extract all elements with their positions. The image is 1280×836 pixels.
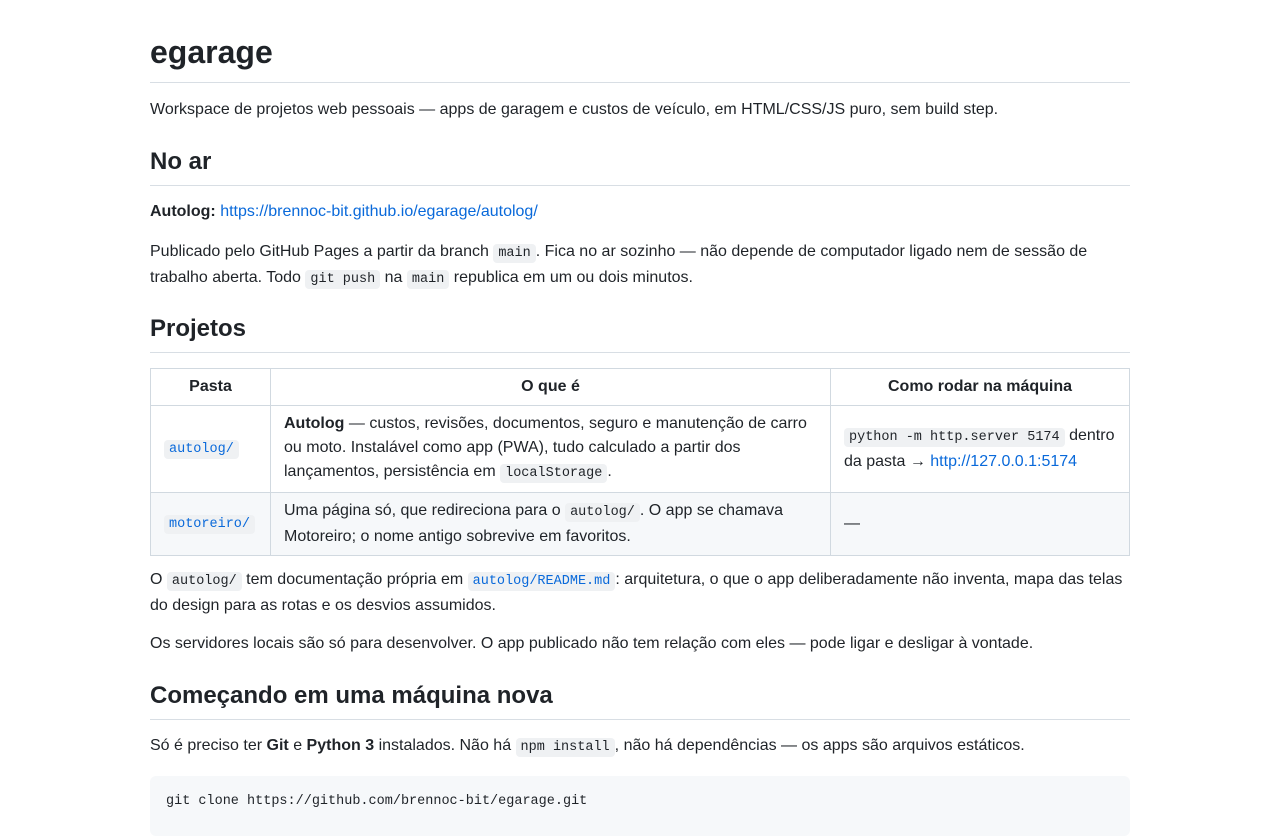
header-pasta: Pasta xyxy=(150,368,271,406)
localhost-link[interactable]: http://127.0.0.1:5174 xyxy=(930,453,1077,470)
description-cell: Autolog — custos, revisões, documentos, … xyxy=(270,405,831,493)
projects-table: Pasta O que é Como rodar na máquina auto… xyxy=(150,368,1130,556)
motoreiro-folder-link[interactable]: motoreiro/ xyxy=(164,514,256,534)
npm-install-code: npm install xyxy=(515,738,615,757)
autolog-live-line: Autolog: https://brennoc-bit.github.io/e… xyxy=(150,200,1130,224)
git-push-code: git push xyxy=(305,270,381,289)
publish-paragraph: Publicado pelo GitHub Pages a partir da … xyxy=(150,243,1088,289)
section-heading-comecando: Começando em uma máquina nova xyxy=(150,681,1130,720)
page-title: egarage xyxy=(150,32,1130,83)
requirements-paragraph: Só é preciso ter Git e Python 3 instalad… xyxy=(150,737,1025,757)
intro-paragraph: Workspace de projetos web pessoais — app… xyxy=(150,101,999,118)
header-como-rodar: Como rodar na máquina xyxy=(830,368,1130,406)
docs-paragraph: O autolog/ tem documentação própria em a… xyxy=(150,571,1123,614)
branch-code: main xyxy=(406,270,450,289)
run-cell: python -m http.server 5174 dentro da pas… xyxy=(830,405,1130,493)
autolog-folder-link[interactable]: autolog/ xyxy=(164,439,239,459)
readme-link[interactable]: autolog/README.md xyxy=(467,571,616,591)
table-row: motoreiro/ Uma página só, que redirecion… xyxy=(150,492,1130,556)
description-cell: Uma página só, que redireciona para o au… xyxy=(270,492,831,556)
projects-table-wrapper: Pasta O que é Como rodar na máquina auto… xyxy=(150,368,1130,556)
autolog-live-link[interactable]: https://brennoc-bit.github.io/egarage/au… xyxy=(220,203,538,220)
server-command-code: python -m http.server 5174 xyxy=(844,428,1065,447)
folder-cell: autolog/ xyxy=(150,405,271,493)
clone-command: git clone https://github.com/brennoc-bit… xyxy=(166,794,588,809)
run-cell: — xyxy=(830,492,1130,556)
header-o-que-e: O que é xyxy=(270,368,831,406)
section-heading-no-ar: No ar xyxy=(150,147,1130,186)
table-header-row: Pasta O que é Como rodar na máquina xyxy=(150,368,1130,406)
branch-code: main xyxy=(493,244,536,263)
section-heading-projetos: Projetos xyxy=(150,314,1130,353)
servers-paragraph: Os servidores locais são só para desenvo… xyxy=(150,635,1034,652)
autolog-label: Autolog: xyxy=(150,203,216,220)
table-row: autolog/ Autolog — custos, revisões, doc… xyxy=(150,405,1130,493)
folder-cell: motoreiro/ xyxy=(150,492,271,556)
clone-code-block: git clone https://github.com/brennoc-bit… xyxy=(150,776,1130,836)
